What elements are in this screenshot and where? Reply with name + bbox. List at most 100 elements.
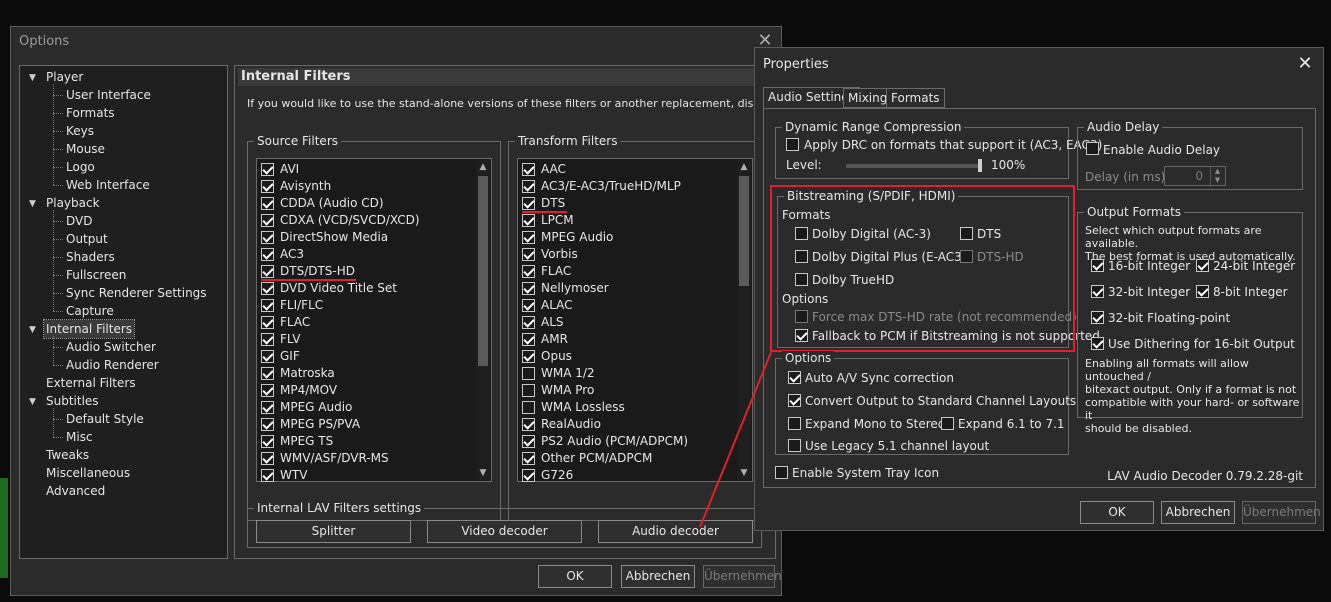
filter-checkbox[interactable] bbox=[261, 469, 274, 482]
filter-row[interactable]: FLI/FLC bbox=[261, 297, 471, 314]
scroll-up-icon[interactable]: ▲ bbox=[737, 160, 751, 174]
filter-checkbox[interactable] bbox=[522, 163, 535, 176]
filter-row[interactable]: LPCM bbox=[522, 212, 732, 229]
filter-row[interactable]: Avisynth bbox=[261, 178, 471, 195]
scroll-down-icon[interactable]: ▼ bbox=[737, 466, 751, 480]
properties-titlebar[interactable]: Properties ✕ bbox=[755, 48, 1323, 78]
filter-row[interactable]: AC3 bbox=[261, 246, 471, 263]
tree-item[interactable]: Audio Renderer bbox=[64, 356, 161, 374]
legacy-51-checkbox[interactable] bbox=[788, 439, 801, 452]
filter-row[interactable]: CDXA (VCD/SVCD/XCD) bbox=[261, 212, 471, 229]
options-cancel-button[interactable]: Abbrechen bbox=[621, 565, 695, 588]
filter-checkbox[interactable] bbox=[522, 316, 535, 329]
filter-checkbox[interactable] bbox=[261, 163, 274, 176]
filter-row[interactable]: PS2 Audio (PCM/ADPCM) bbox=[522, 433, 732, 450]
filter-row[interactable]: Vorbis bbox=[522, 246, 732, 263]
transform-filters-list[interactable]: AAC AC3/E-AC3/TrueHD/MLP DTS LPCM MPEG Audio… bbox=[517, 158, 753, 482]
properties-ok-button[interactable]: OK bbox=[1080, 501, 1154, 524]
tree-item[interactable]: External Filters bbox=[44, 374, 138, 392]
filter-row[interactable]: Opus bbox=[522, 348, 732, 365]
convert-layouts-checkbox[interactable] bbox=[788, 394, 801, 407]
filter-row[interactable]: WMA 1/2 bbox=[522, 365, 732, 382]
filter-checkbox[interactable] bbox=[261, 384, 274, 397]
tree-expander-icon[interactable]: ▼ bbox=[29, 199, 39, 209]
tab-formats[interactable]: Formats bbox=[886, 88, 945, 108]
filter-checkbox[interactable] bbox=[261, 367, 274, 380]
tree-item[interactable]: User Interface bbox=[64, 86, 153, 104]
float32-checkbox[interactable] bbox=[1091, 311, 1104, 324]
tree-item[interactable]: Fullscreen bbox=[64, 266, 128, 284]
properties-cancel-button[interactable]: Abbrechen bbox=[1161, 501, 1235, 524]
filter-checkbox[interactable] bbox=[261, 265, 274, 278]
tree-expander-icon[interactable]: ▼ bbox=[29, 397, 39, 407]
filter-row[interactable]: WMA Pro bbox=[522, 382, 732, 399]
filter-checkbox[interactable] bbox=[522, 435, 535, 448]
transform-filters-scrollbar[interactable]: ▲ ▼ bbox=[737, 160, 751, 480]
tree-item[interactable]: Miscellaneous bbox=[44, 464, 132, 482]
filter-checkbox[interactable] bbox=[522, 469, 535, 482]
filter-checkbox[interactable] bbox=[261, 401, 274, 414]
int32-checkbox[interactable] bbox=[1091, 285, 1104, 298]
filter-checkbox[interactable] bbox=[261, 316, 274, 329]
scroll-thumb[interactable] bbox=[739, 176, 749, 286]
tree-item[interactable]: Capture bbox=[64, 302, 116, 320]
tree-item[interactable]: Audio Switcher bbox=[64, 338, 158, 356]
filter-row[interactable]: DTS bbox=[522, 195, 732, 213]
expand-mono-checkbox[interactable] bbox=[788, 417, 801, 430]
filter-checkbox[interactable] bbox=[261, 282, 274, 295]
tree-item[interactable]: Player bbox=[44, 68, 85, 86]
options-apply-button[interactable]: Übernehmen bbox=[703, 565, 782, 588]
filter-checkbox[interactable] bbox=[522, 180, 535, 193]
tree-item[interactable]: Shaders bbox=[64, 248, 117, 266]
filter-row[interactable]: AVI bbox=[261, 161, 471, 178]
tree-item[interactable]: Sync Renderer Settings bbox=[64, 284, 209, 302]
video-decoder-button[interactable]: Video decoder bbox=[427, 520, 582, 543]
drc-level-slider-track[interactable] bbox=[846, 164, 980, 168]
tree-item[interactable]: Internal Filters bbox=[42, 319, 136, 339]
filter-checkbox[interactable] bbox=[261, 197, 274, 210]
filter-checkbox[interactable] bbox=[261, 435, 274, 448]
tree-item[interactable]: DVD bbox=[64, 212, 94, 230]
filter-checkbox[interactable] bbox=[522, 248, 535, 261]
filter-checkbox[interactable] bbox=[261, 180, 274, 193]
filter-checkbox[interactable] bbox=[261, 299, 274, 312]
system-tray-checkbox[interactable] bbox=[775, 466, 788, 479]
filter-checkbox[interactable] bbox=[261, 214, 274, 227]
filter-row[interactable]: MP4/MOV bbox=[261, 382, 471, 399]
int24-checkbox[interactable] bbox=[1196, 259, 1209, 272]
tree-item[interactable]: Misc bbox=[64, 428, 95, 446]
filter-checkbox[interactable] bbox=[522, 418, 535, 431]
dither-checkbox[interactable] bbox=[1091, 337, 1104, 350]
properties-close-icon[interactable]: ✕ bbox=[1295, 54, 1315, 74]
tree-expander-icon[interactable]: ▼ bbox=[29, 325, 39, 335]
filter-checkbox[interactable] bbox=[261, 231, 274, 244]
tree-item[interactable]: Web Interface bbox=[64, 176, 152, 194]
audio-decoder-button[interactable]: Audio decoder bbox=[598, 520, 753, 543]
int16-checkbox[interactable] bbox=[1091, 259, 1104, 272]
filter-row[interactable]: DTS/DTS-HD bbox=[261, 263, 471, 281]
filter-checkbox[interactable] bbox=[522, 384, 535, 397]
filter-checkbox[interactable] bbox=[522, 452, 535, 465]
options-titlebar[interactable]: Options ✕ bbox=[11, 27, 781, 57]
tree-expander-icon[interactable]: ▼ bbox=[29, 73, 39, 83]
filter-checkbox[interactable] bbox=[261, 350, 274, 363]
filter-checkbox[interactable] bbox=[261, 333, 274, 346]
filter-row[interactable]: DirectShow Media bbox=[261, 229, 471, 246]
filter-row[interactable]: CDDA (Audio CD) bbox=[261, 195, 471, 212]
tree-item[interactable]: Output bbox=[64, 230, 110, 248]
filter-row[interactable]: AMR bbox=[522, 331, 732, 348]
source-filters-scrollbar[interactable]: ▲ ▼ bbox=[476, 160, 490, 480]
filter-row[interactable]: AAC bbox=[522, 161, 732, 178]
filter-checkbox[interactable] bbox=[522, 231, 535, 244]
drc-apply-checkbox[interactable] bbox=[786, 138, 799, 151]
filter-checkbox[interactable] bbox=[522, 299, 535, 312]
tree-item[interactable]: Default Style bbox=[64, 410, 146, 428]
expand-61-checkbox[interactable] bbox=[941, 417, 954, 430]
filter-row[interactable]: WTV bbox=[261, 467, 471, 484]
filter-row[interactable]: FLAC bbox=[261, 314, 471, 331]
delay-up-icon[interactable]: ▲ bbox=[1210, 167, 1224, 176]
filter-checkbox[interactable] bbox=[522, 197, 535, 210]
filter-row[interactable]: RealAudio bbox=[522, 416, 732, 433]
filter-row[interactable]: MPEG Audio bbox=[261, 399, 471, 416]
filter-checkbox[interactable] bbox=[522, 265, 535, 278]
